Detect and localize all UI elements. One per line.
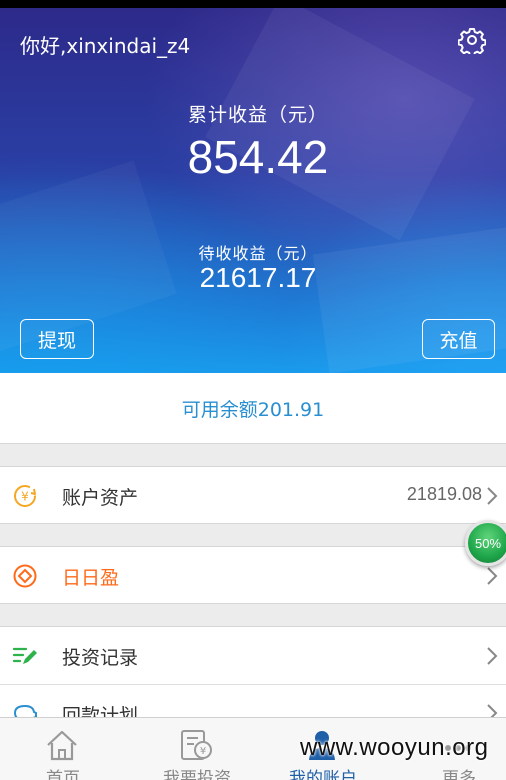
svg-text:¥: ¥	[21, 490, 29, 504]
pending-earnings-label: 待收收益（元）	[198, 244, 318, 263]
account-header: 你好,xinxindai_z4 累计收益（元） 854.42 待收收益（元） 2…	[0, 8, 506, 373]
tab-label: 我要投资	[163, 769, 231, 780]
withdraw-button[interactable]: 提现	[20, 319, 94, 359]
pending-earnings-value: 21617.17	[199, 262, 317, 293]
daily-profit-icon	[13, 564, 37, 588]
menu-item-label: 投资记录	[62, 647, 139, 669]
menu-item-account-assets[interactable]: ¥ 账户资产 21819.08	[0, 466, 506, 524]
status-bar	[0, 0, 506, 8]
svg-text:¥: ¥	[200, 746, 206, 757]
tab-invest[interactable]: ¥ 我要投资	[134, 718, 260, 780]
total-earnings-label: 累计收益（元）	[187, 104, 328, 126]
chevron-right-icon	[487, 567, 498, 585]
tab-label: 首页	[46, 769, 80, 780]
watermark: www.wooyun.org	[300, 734, 489, 761]
available-balance[interactable]: 可用余额201.91	[0, 373, 506, 444]
invest-icon: ¥	[181, 730, 212, 760]
greeting-text: 你好,xinxindai_z4	[20, 34, 191, 58]
tab-home[interactable]: 首页	[0, 718, 126, 780]
home-icon	[47, 730, 77, 761]
account-assets-value: 21819.08	[406, 484, 482, 504]
chevron-right-icon	[487, 647, 498, 665]
tab-label: 我的账户	[289, 769, 357, 780]
recharge-button[interactable]: 充值	[422, 319, 495, 359]
total-earnings-value: 854.42	[187, 131, 329, 183]
menu-item-label: 日日盈	[62, 567, 120, 589]
gear-icon[interactable]	[458, 26, 486, 54]
tab-label: 更多	[442, 769, 476, 780]
records-pencil-icon	[12, 647, 37, 664]
progress-badge[interactable]: 50%	[465, 520, 506, 566]
menu-item-label: 账户资产	[62, 487, 139, 509]
menu-item-investment-records[interactable]: 投资记录	[0, 626, 506, 684]
menu-item-daily-profit[interactable]: 日日盈	[0, 546, 506, 604]
yuan-coin-icon: ¥	[14, 485, 36, 507]
chevron-right-icon	[487, 487, 498, 505]
